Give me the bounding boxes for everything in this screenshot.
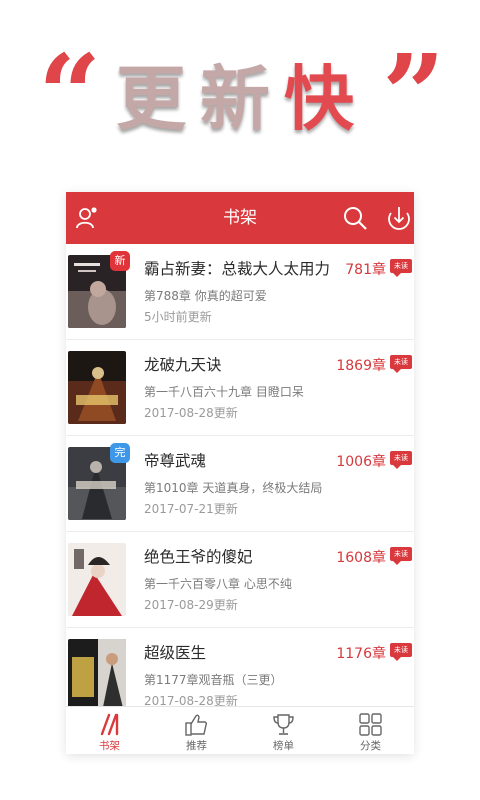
chapter-count: 1869章 (336, 358, 386, 374)
chapter-count: 1176章 (336, 646, 386, 662)
unread-badge: 未读 (390, 259, 412, 277)
update-time: 2017-07-21更新 (144, 502, 238, 516)
app-screen: 书架 新 霸占新妻：总裁大人太用力 781章 未读 第788章 你真的超可爱 5… (66, 192, 414, 754)
tab-label: 榜单 (273, 740, 294, 752)
latest-chapter: 第一千八百六十九章 目瞪口呆 (144, 385, 304, 399)
bottom-tab-bar: 书架 推荐 榜单 分类 (66, 706, 414, 754)
thumbs-up-icon (185, 714, 208, 736)
book-title: 帝尊武魂 (144, 452, 207, 470)
promo-quote-open: “ (38, 30, 102, 159)
promo-headline-part1: 更新 (116, 58, 284, 140)
search-icon[interactable] (342, 205, 368, 231)
chapter-count: 781章 (345, 262, 386, 278)
book-row[interactable]: 龙破九天诀 1869章 未读 第一千八百六十九章 目瞪口呆 2017-08-28… (66, 340, 414, 436)
bookshelf-icon (100, 713, 119, 736)
book-row[interactable]: 绝色王爷的傻妃 1608章 未读 第一千六百零八章 心思不纯 2017-08-2… (66, 532, 414, 628)
latest-chapter: 第一千六百零八章 心思不纯 (144, 577, 292, 591)
promo-headline-part2: 快 (284, 58, 368, 140)
update-time: 2017-08-28更新 (144, 406, 238, 420)
new-badge: 新 (110, 251, 130, 271)
tab-recommend[interactable]: 推荐 (153, 707, 240, 754)
promo-headline: 更新快 (100, 54, 384, 144)
latest-chapter: 第1177章观音瓶（三更） (144, 673, 283, 687)
book-title: 绝色王爷的傻妃 (144, 548, 253, 566)
unread-badge: 未读 (390, 643, 412, 661)
chapter-count: 1006章 (336, 454, 386, 470)
unread-badge: 未读 (390, 547, 412, 565)
tab-label: 书架 (99, 740, 120, 752)
tab-label: 分类 (360, 740, 381, 752)
tab-bookshelf[interactable]: 书架 (66, 707, 153, 754)
book-title: 霸占新妻：总裁大人太用力 (144, 260, 331, 278)
latest-chapter: 第788章 你真的超可爱 (144, 289, 267, 303)
tab-label: 推荐 (186, 740, 207, 752)
book-cover-image (68, 639, 126, 706)
update-time: 2017-08-28更新 (144, 694, 238, 706)
grid-icon (359, 713, 382, 736)
latest-chapter: 第1010章 天道真身，终极大结局 (144, 481, 323, 495)
book-title: 龙破九天诀 (144, 356, 222, 374)
tab-rankings[interactable]: 榜单 (240, 707, 327, 754)
chapter-count: 1608章 (336, 550, 386, 566)
unread-badge: 未读 (390, 451, 412, 469)
trophy-icon (273, 714, 294, 735)
book-cover-image (68, 351, 126, 424)
complete-badge: 完 (110, 443, 130, 463)
title-bar: 书架 (66, 192, 414, 244)
unread-badge: 未读 (390, 355, 412, 373)
book-cover-image (68, 543, 126, 616)
promo-quote-close: ” (382, 30, 446, 159)
update-time: 5小时前更新 (144, 310, 212, 324)
book-row[interactable]: 超级医生 1176章 未读 第1177章观音瓶（三更） 2017-08-28更新 (66, 628, 414, 706)
promo-banner: “ 更新快 ” (0, 40, 480, 150)
tab-categories[interactable]: 分类 (327, 707, 414, 754)
download-icon[interactable] (386, 205, 412, 231)
book-title: 超级医生 (144, 644, 207, 662)
update-time: 2017-08-29更新 (144, 598, 238, 612)
book-row[interactable]: 新 霸占新妻：总裁大人太用力 781章 未读 第788章 你真的超可爱 5小时前… (66, 244, 414, 340)
bookshelf-list: 新 霸占新妻：总裁大人太用力 781章 未读 第788章 你真的超可爱 5小时前… (66, 244, 414, 706)
book-row[interactable]: 完 帝尊武魂 1006章 未读 第1010章 天道真身，终极大结局 2017-0… (66, 436, 414, 532)
